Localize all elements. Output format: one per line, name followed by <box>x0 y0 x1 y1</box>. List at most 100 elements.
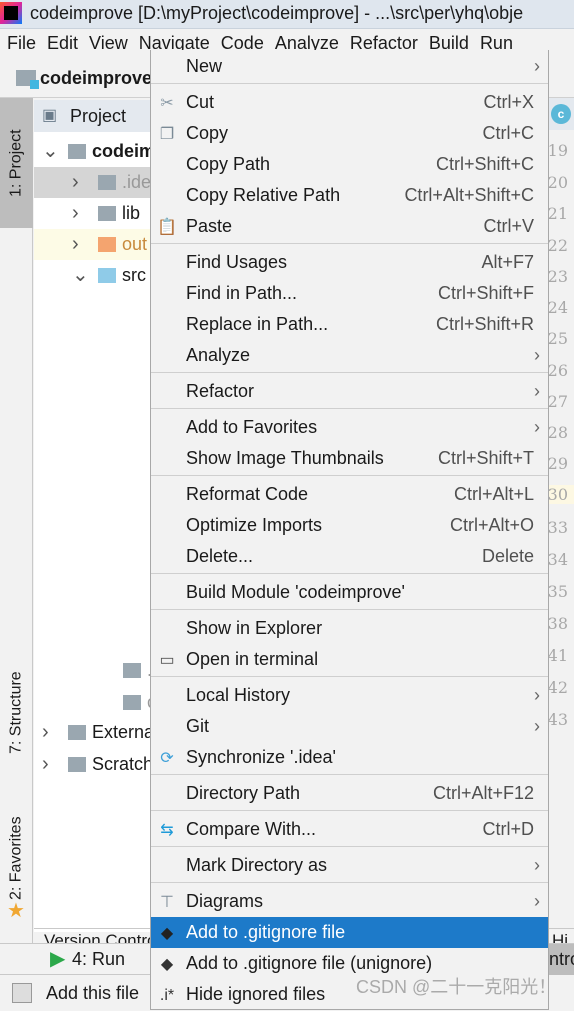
menu-item-replace-in-path[interactable]: Replace in Path... Ctrl+Shift+R <box>151 309 548 340</box>
menu-item-label: Find in Path... <box>186 283 298 303</box>
menu-item-label: Delete... <box>186 546 254 566</box>
menu-item-git[interactable]: Git › <box>151 711 548 742</box>
line-number: 34 <box>547 550 568 569</box>
tree-row-label: out <box>122 234 148 254</box>
menu-item-label: Copy Relative Path <box>186 185 341 205</box>
menu-item-label: Add to .gitignore file (unignore) <box>186 953 433 973</box>
menu-item-label: Copy <box>186 123 229 143</box>
file-icon <box>68 757 86 772</box>
shortcut-label: Ctrl+C <box>482 123 534 143</box>
line-number: 42 <box>547 678 568 697</box>
line-number: 43 <box>547 710 568 729</box>
checkbox[interactable] <box>12 983 32 1003</box>
menu-file[interactable]: File <box>7 33 36 53</box>
shortcut-label: Ctrl+D <box>482 819 534 839</box>
editor-tab-strip: c <box>548 98 574 130</box>
chevron-right-icon[interactable]: › <box>72 229 79 260</box>
shortcut-label: Ctrl+V <box>483 216 534 236</box>
project-view-icon: ▣ <box>42 107 58 124</box>
tree-row-label: .idea <box>122 172 150 192</box>
shortcut-label: Ctrl+Shift+C <box>435 154 534 174</box>
menu-item-label: Analyze <box>186 345 251 365</box>
menu-item-compare-with[interactable]: ⇆ Compare With... Ctrl+D <box>151 814 548 845</box>
tree-row-label: src <box>122 265 146 285</box>
chevron-right-icon[interactable]: › <box>42 717 49 748</box>
menu-edit[interactable]: Edit <box>47 33 78 53</box>
menu-item-copy-path[interactable]: Copy Path Ctrl+Shift+C <box>151 149 548 180</box>
menu-item-cut[interactable]: ✂ Cut Ctrl+X <box>151 87 548 118</box>
shortcut-label: Ctrl+Alt+F12 <box>432 783 534 803</box>
chevron-right-icon[interactable]: › <box>72 198 79 229</box>
run-tab[interactable]: 4: Run <box>72 944 125 975</box>
line-number: 41 <box>547 646 568 665</box>
history-tab[interactable]: Hi <box>552 929 568 943</box>
nav-project[interactable]: codeimprove <box>40 68 152 88</box>
git-icon: ◆ <box>160 924 174 942</box>
menu-item-label: Replace in Path... <box>186 314 329 334</box>
tree-row[interactable]: › .idea <box>34 167 150 198</box>
menu-item-show-in-explorer[interactable]: Show in Explorer <box>151 613 548 644</box>
menu-item-open-in-terminal[interactable]: ▭ Open in terminal <box>151 644 548 675</box>
menu-item-delete[interactable]: Delete... Delete <box>151 541 548 572</box>
menu-item-analyze[interactable]: Analyze › <box>151 340 548 371</box>
tree-row[interactable]: › External Libraries <box>34 717 150 748</box>
menu-item-synchronize-idea[interactable]: ⟳ Synchronize '.idea' <box>151 742 548 773</box>
submenu-arrow-icon: › <box>534 345 540 365</box>
menu-item-paste[interactable]: 📋 Paste Ctrl+V <box>151 211 548 242</box>
menu-view[interactable]: View <box>89 33 128 53</box>
menu-item-directory-path[interactable]: Directory Path Ctrl+Alt+F12 <box>151 778 548 809</box>
tree-row[interactable]: › lib <box>34 198 150 229</box>
star-icon: ★ <box>7 900 25 922</box>
title-bar: codeimprove [D:\myProject\codeimprove] -… <box>0 0 574 28</box>
chevron-right-icon[interactable]: › <box>72 167 79 198</box>
menu-item-diagrams[interactable]: ⊤ Diagrams › <box>151 886 548 917</box>
tree-row[interactable]: ⌄ codeimprove <box>34 136 150 167</box>
menu-item-label: Show in Explorer <box>186 618 323 638</box>
tool-tab-project[interactable]: 1: Project <box>0 98 33 228</box>
submenu-arrow-icon: › <box>534 855 540 875</box>
menu-item-new[interactable]: New › <box>151 51 548 82</box>
tool-tab-structure[interactable]: 7: Structure <box>0 653 33 773</box>
file-icon <box>98 206 116 221</box>
tree-row[interactable]: codeimprove.iml <box>34 687 150 718</box>
menu-item-add-to-favorites[interactable]: Add to Favorites › <box>151 412 548 443</box>
menu-item-label: Show Image Thumbnails <box>186 448 384 468</box>
menu-item-label: Synchronize '.idea' <box>186 747 336 767</box>
file-icon <box>98 268 116 283</box>
right-tab[interactable]: ntro <box>549 944 574 975</box>
menu-item-copy-relative-path[interactable]: Copy Relative Path Ctrl+Alt+Shift+C <box>151 180 548 211</box>
menu-item-build-module-codeimprove[interactable]: Build Module 'codeimprove' <box>151 577 548 608</box>
file-icon <box>68 725 86 740</box>
version-control-tab[interactable]: Version Control <box>44 931 160 943</box>
shortcut-label: Delete <box>481 546 534 566</box>
chevron-down-icon[interactable]: ⌄ <box>72 260 89 291</box>
submenu-arrow-icon: › <box>534 891 540 911</box>
tree-row[interactable]: › Scratches and Consoles <box>34 749 150 780</box>
menu-item-refactor[interactable]: Refactor › <box>151 376 548 407</box>
menu-item-find-in-path[interactable]: Find in Path... Ctrl+Shift+F <box>151 278 548 309</box>
menu-item-label: Git <box>186 716 210 736</box>
menu-item-local-history[interactable]: Local History › <box>151 680 548 711</box>
project-panel-header[interactable]: ▣ Project <box>34 100 150 132</box>
menu-item-show-image-thumbnails[interactable]: Show Image Thumbnails Ctrl+Shift+T <box>151 443 548 474</box>
menu-item-find-usages[interactable]: Find Usages Alt+F7 <box>151 247 548 278</box>
menu-item-optimize-imports[interactable]: Optimize Imports Ctrl+Alt+O <box>151 510 548 541</box>
shortcut-label: Ctrl+Shift+F <box>437 283 534 303</box>
file-icon <box>68 144 86 159</box>
tree-row[interactable]: ⌄ src <box>34 260 150 291</box>
tree-row[interactable]: › out <box>34 229 150 260</box>
menu-item-mark-directory-as[interactable]: Mark Directory as › <box>151 850 548 881</box>
menu-item-add-to-gitignore-file[interactable]: ◆ Add to .gitignore file <box>151 917 548 948</box>
menu-item-label: Local History <box>186 685 291 705</box>
menu-item-copy[interactable]: ❐ Copy Ctrl+C <box>151 118 548 149</box>
chevron-right-icon[interactable]: › <box>42 749 49 780</box>
class-file-icon[interactable]: c <box>551 104 571 124</box>
menu-item-reformat-code[interactable]: Reformat Code Ctrl+Alt+L <box>151 479 548 510</box>
menu-item-label: Open in terminal <box>186 649 319 669</box>
project-panel-title: Project <box>70 106 127 126</box>
tool-tab-favorites[interactable]: 2: Favorites <box>0 803 33 913</box>
editor-gutter: 19 20 21 22 23 24 25 26 27 28 29 30 33 34 35 38 41 42 43 <box>547 132 574 932</box>
tree-row[interactable]: .gitignore <box>34 655 150 686</box>
chevron-down-icon[interactable]: ⌄ <box>42 136 59 167</box>
menu-item-label: Refactor <box>186 381 255 401</box>
